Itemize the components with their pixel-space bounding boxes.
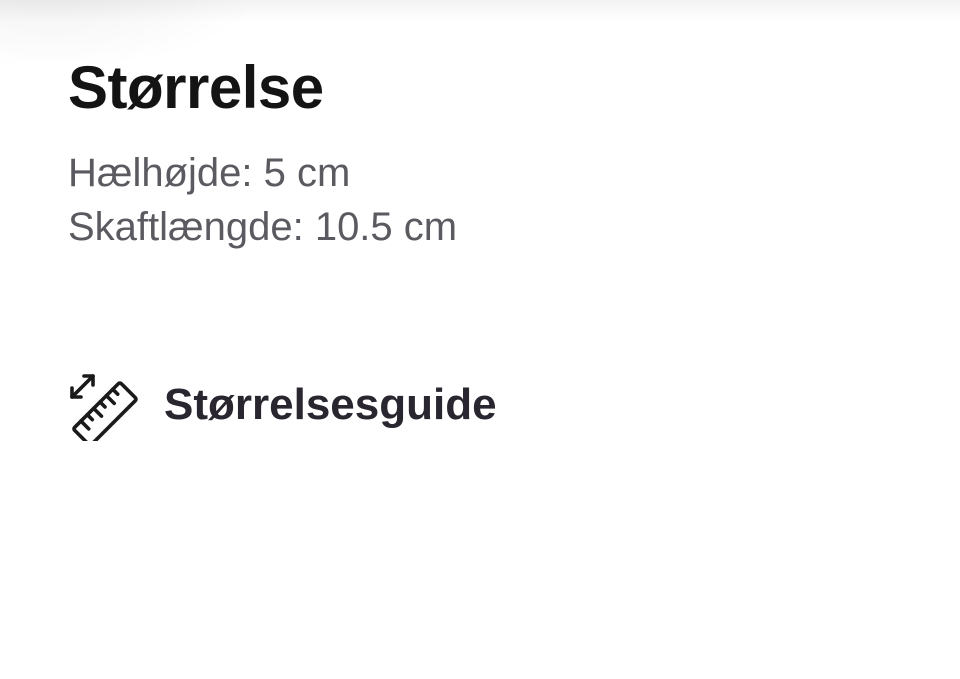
size-guide-link[interactable]: Størrelsesguide [66, 368, 497, 442]
shaft-length-spec: Skaftlængde: 10.5 cm [68, 205, 458, 249]
size-guide-label: Størrelsesguide [164, 380, 497, 429]
ruler-resize-icon [70, 374, 138, 441]
spec-list: Hælhøjde: 5 cm Skaftlængde: 10.5 cm [68, 146, 928, 254]
section-title: Størrelse [68, 54, 324, 121]
size-section: Størrelse Hælhøjde: 5 cm Skaftlængde: 10… [68, 52, 928, 254]
heel-height-spec: Hælhøjde: 5 cm [68, 151, 351, 195]
